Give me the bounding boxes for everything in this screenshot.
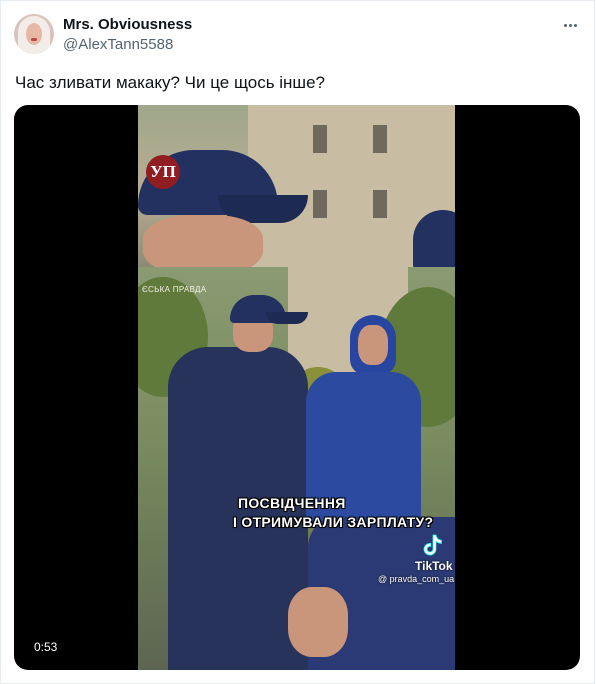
- author-handle[interactable]: @AlexTann5588: [63, 36, 173, 53]
- building-window: [313, 125, 327, 153]
- building-window: [313, 190, 327, 218]
- tiktok-logo-icon: [423, 534, 442, 556]
- second-man-face: [358, 325, 388, 365]
- more-dot: [568, 23, 572, 27]
- video-watermark: ЄСЬКА ПРАВДА: [142, 285, 207, 294]
- more-dot: [573, 23, 577, 27]
- avatar-face: [26, 23, 42, 45]
- avatar-lips: [31, 38, 37, 41]
- video-duration: 0:53: [28, 637, 64, 657]
- tiktok-label: TikTok: [415, 559, 453, 573]
- tiktok-handle: @ pravda_com_ua: [378, 574, 455, 584]
- building-window: [373, 125, 387, 153]
- subtitle-line-2: І ОТРИМУВАЛИ ЗАРПЛАТУ?: [233, 514, 434, 530]
- subtitle-line-1: ПОСВІДЧЕННЯ: [238, 495, 346, 511]
- avatar[interactable]: [14, 14, 54, 54]
- tweet-card[interactable]: Mrs. Obviousness @AlexTann5588 Час злива…: [0, 0, 595, 684]
- up-logo: УП: [146, 155, 180, 189]
- video-bottom-panel: [138, 267, 455, 670]
- video-top-panel: УП: [138, 105, 455, 275]
- man-face: [143, 215, 263, 275]
- cap-brim: [266, 312, 308, 324]
- building-window: [373, 190, 387, 218]
- foreground-hand: [288, 587, 348, 657]
- video-frame[interactable]: УП ЄСЬКА ПРАВДА ПОСВІДЧЕННЯ І ОТРИМУВАЛИ…: [138, 105, 455, 670]
- more-dots-icon[interactable]: [559, 15, 581, 35]
- more-dot: [563, 23, 567, 27]
- video-player[interactable]: УП ЄСЬКА ПРАВДА ПОСВІДЧЕННЯ І ОТРИМУВАЛИ…: [14, 105, 580, 670]
- author-name[interactable]: Mrs. Obviousness: [63, 16, 192, 33]
- tweet-text: Час зливати макаку? Чи це щось інше?: [15, 73, 325, 92]
